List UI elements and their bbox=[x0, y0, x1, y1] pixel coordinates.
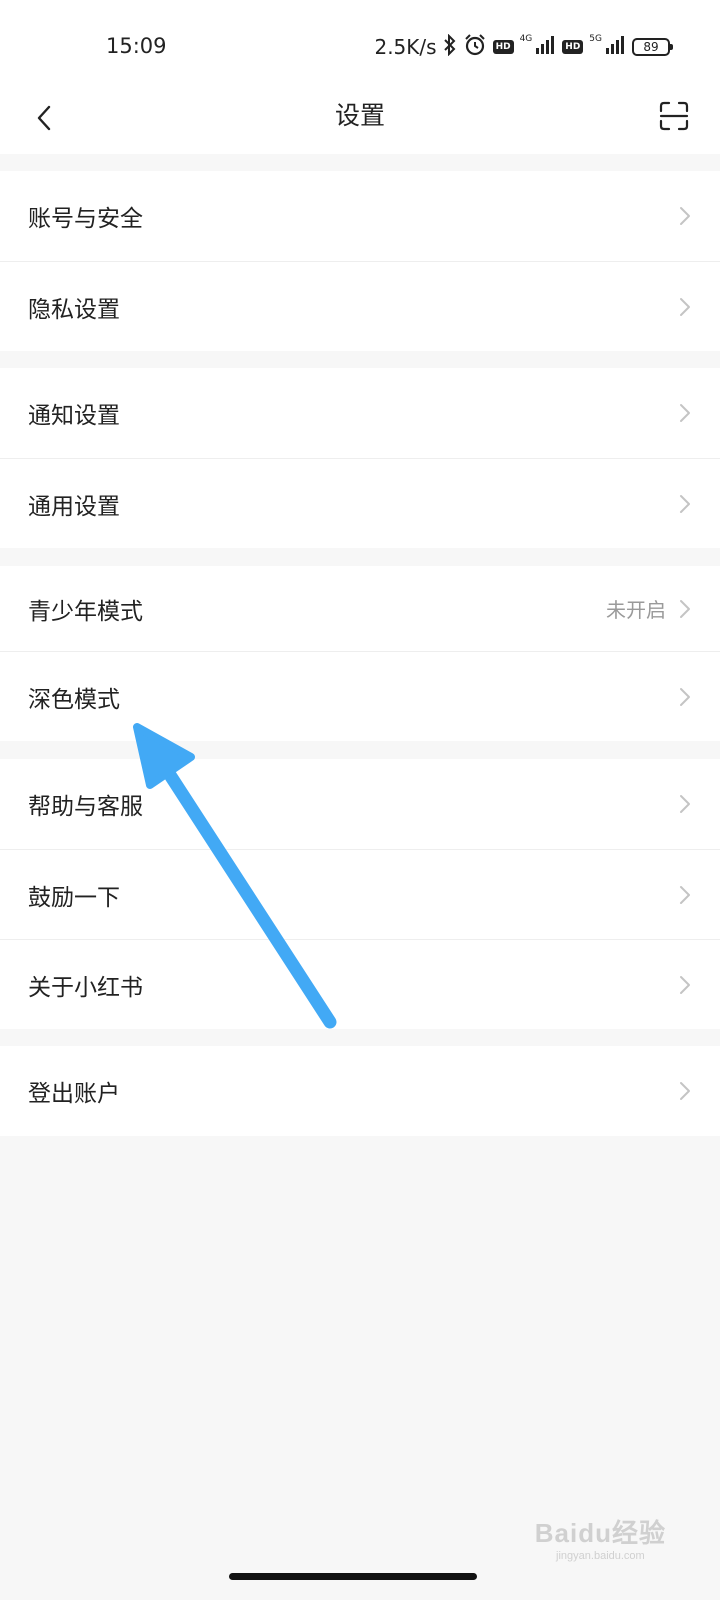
chevron-right-icon bbox=[674, 1080, 696, 1102]
scan-button[interactable] bbox=[654, 96, 694, 136]
chevron-right-icon bbox=[674, 296, 696, 318]
network-speed: 2.5K/s bbox=[374, 35, 437, 59]
settings-item-label: 深色模式 bbox=[28, 686, 120, 713]
watermark-logo: Baidu经验 bbox=[534, 1518, 666, 1548]
settings-group-account: 账号与安全 隐私设置 bbox=[0, 171, 720, 351]
settings-item-teen-mode[interactable]: 青少年模式 未开启 bbox=[0, 566, 720, 651]
signal-icon bbox=[606, 35, 626, 59]
bluetooth-icon bbox=[443, 33, 457, 61]
watermark: Baidu经验 jingyan.baidu.com bbox=[535, 1513, 666, 1562]
settings-item-label: 鼓励一下 bbox=[28, 884, 120, 911]
network-type-label: 5G bbox=[589, 34, 602, 44]
scan-icon bbox=[659, 101, 689, 131]
settings-item-account-security[interactable]: 账号与安全 bbox=[0, 171, 720, 261]
settings-item-label: 隐私设置 bbox=[28, 296, 120, 323]
settings-item-label: 通用设置 bbox=[28, 493, 120, 520]
chevron-right-icon bbox=[674, 793, 696, 815]
settings-item-general[interactable]: 通用设置 bbox=[0, 458, 720, 548]
chevron-right-icon bbox=[674, 402, 696, 424]
settings-item-label: 通知设置 bbox=[28, 403, 120, 429]
settings-item-about[interactable]: 关于小红书 bbox=[0, 939, 720, 1029]
chevron-right-icon bbox=[674, 493, 696, 515]
alarm-icon bbox=[463, 33, 487, 62]
settings-group-logout: 登出账户 bbox=[0, 1046, 720, 1136]
settings-group-notify: 通知设置 通用设置 bbox=[0, 368, 720, 548]
chevron-right-icon bbox=[674, 686, 696, 708]
settings-item-privacy[interactable]: 隐私设置 bbox=[0, 261, 720, 351]
battery-level: 89 bbox=[643, 40, 659, 54]
settings-item-label: 帮助与客服 bbox=[28, 794, 143, 820]
chevron-right-icon bbox=[674, 974, 696, 996]
page-title: 设置 bbox=[334, 101, 385, 130]
settings-item-notifications[interactable]: 通知设置 bbox=[0, 368, 720, 458]
home-indicator[interactable] bbox=[229, 1573, 477, 1580]
battery-icon: 89 bbox=[632, 38, 673, 56]
settings-item-logout[interactable]: 登出账户 bbox=[0, 1046, 720, 1136]
teen-mode-status: 未开启 bbox=[606, 598, 666, 622]
network-type-label: 4G bbox=[519, 34, 533, 44]
settings-item-label: 青少年模式 bbox=[28, 598, 143, 625]
settings-group-modes: 青少年模式 未开启 深色模式 bbox=[0, 566, 720, 741]
settings-item-help[interactable]: 帮助与客服 bbox=[0, 759, 720, 849]
status-time: 15:09 bbox=[106, 34, 167, 58]
settings-item-label: 账号与安全 bbox=[28, 206, 143, 232]
status-bar: 15:09 2.5K/s HD 4G HD 5G 89 bbox=[0, 0, 720, 90]
chevron-right-icon bbox=[674, 598, 696, 620]
settings-item-label: 关于小红书 bbox=[28, 974, 143, 1001]
chevron-right-icon bbox=[674, 884, 696, 906]
settings-item-encourage[interactable]: 鼓励一下 bbox=[0, 849, 720, 939]
hd-badge: HD bbox=[562, 40, 584, 54]
settings-item-label: 登出账户 bbox=[28, 1081, 120, 1107]
signal-icon bbox=[536, 35, 556, 59]
settings-group-support: 帮助与客服 鼓励一下 关于小红书 bbox=[0, 759, 720, 1029]
chevron-right-icon bbox=[674, 205, 696, 227]
settings-item-dark-mode[interactable]: 深色模式 bbox=[0, 651, 720, 741]
hd-badge: HD bbox=[492, 40, 514, 54]
nav-bar: 设置 bbox=[0, 90, 720, 154]
status-indicators: 2.5K/s HD 4G HD 5G 89 bbox=[374, 32, 673, 62]
watermark-url: jingyan.baidu.com bbox=[556, 1550, 645, 1562]
